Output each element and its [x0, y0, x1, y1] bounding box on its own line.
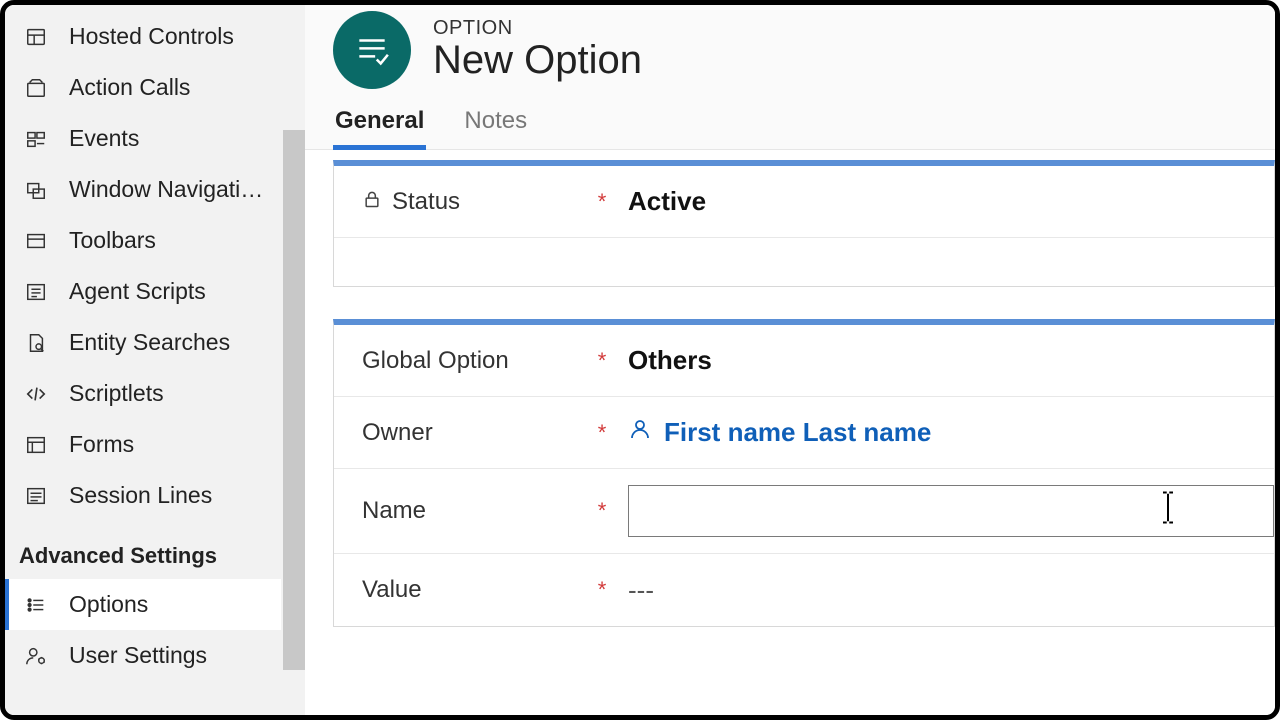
options-icon — [23, 592, 49, 618]
tab-general[interactable]: General — [333, 101, 426, 150]
field-label: Name — [362, 497, 426, 525]
value-input[interactable]: --- — [610, 575, 1274, 606]
required-mark: * — [594, 577, 610, 603]
tab-notes[interactable]: Notes — [462, 101, 529, 149]
sidebar: Hosted Controls Action Calls Events Wind… — [5, 5, 305, 715]
sidebar-item-toolbars[interactable]: Toolbars — [5, 215, 281, 266]
panel-status: Status * Active — [333, 160, 1275, 287]
sidebar-item-label: Window Navigatio… — [69, 176, 267, 203]
required-mark: * — [594, 420, 610, 446]
user-icon — [628, 417, 652, 448]
status-value[interactable]: Active — [610, 186, 1274, 217]
toolbar-icon — [23, 228, 49, 254]
sidebar-item-action-calls[interactable]: Action Calls — [5, 62, 281, 113]
required-mark: * — [594, 498, 610, 524]
page-title: New Option — [433, 38, 642, 83]
panel-details: Global Option * Others Owner * First nam… — [333, 319, 1275, 627]
field-row-global-option: Global Option * Others — [334, 325, 1274, 397]
sidebar-item-events[interactable]: Events — [5, 113, 281, 164]
field-label: Global Option — [362, 347, 509, 375]
required-mark: * — [594, 189, 610, 215]
header-eyebrow: OPTION — [433, 17, 642, 40]
owner-name: First name Last name — [664, 417, 931, 448]
user-gear-icon — [23, 643, 49, 669]
sidebar-item-options[interactable]: Options — [5, 579, 281, 630]
sidebar-item-label: Entity Searches — [69, 329, 230, 356]
panel-spacer — [334, 238, 1274, 286]
layout-icon — [23, 24, 49, 50]
action-icon — [23, 75, 49, 101]
search-file-icon — [23, 330, 49, 356]
lines-icon — [23, 483, 49, 509]
sidebar-item-label: Session Lines — [69, 482, 212, 509]
required-mark: * — [594, 348, 610, 374]
form-icon — [23, 432, 49, 458]
events-icon — [23, 126, 49, 152]
field-row-owner: Owner * First name Last name — [334, 397, 1274, 469]
sidebar-scrollbar-thumb[interactable] — [283, 130, 305, 670]
sidebar-item-label: Agent Scripts — [69, 278, 206, 305]
sidebar-item-label: Events — [69, 125, 139, 152]
field-label: Value — [362, 576, 422, 604]
lock-icon — [362, 188, 382, 216]
sidebar-item-window-navigation[interactable]: Window Navigatio… — [5, 164, 281, 215]
field-label: Status — [392, 188, 460, 216]
sidebar-item-label: Forms — [69, 431, 134, 458]
entity-badge-icon — [333, 11, 411, 89]
code-icon — [23, 381, 49, 407]
sidebar-item-hosted-controls[interactable]: Hosted Controls — [5, 11, 281, 62]
global-option-lookup[interactable]: Others — [610, 345, 1274, 376]
sidebar-item-session-lines[interactable]: Session Lines — [5, 470, 281, 521]
sidebar-item-label: Scriptlets — [69, 380, 164, 407]
sidebar-item-label: Action Calls — [69, 74, 190, 101]
name-input[interactable] — [639, 486, 1263, 536]
field-row-name: Name * — [334, 469, 1274, 554]
field-row-value: Value * --- — [334, 554, 1274, 626]
navigation-icon — [23, 177, 49, 203]
sidebar-item-scriptlets[interactable]: Scriptlets — [5, 368, 281, 419]
sidebar-item-forms[interactable]: Forms — [5, 419, 281, 470]
sidebar-item-entity-searches[interactable]: Entity Searches — [5, 317, 281, 368]
sidebar-item-agent-scripts[interactable]: Agent Scripts — [5, 266, 281, 317]
field-row-status: Status * Active — [334, 166, 1274, 238]
sidebar-item-label: Options — [69, 591, 148, 618]
sidebar-section-heading: Advanced Settings — [5, 521, 281, 579]
main-panel: OPTION New Option General Notes Status * — [305, 5, 1275, 715]
sidebar-item-label: User Settings — [69, 642, 207, 669]
owner-lookup[interactable]: First name Last name — [610, 417, 1274, 448]
sidebar-item-label: Hosted Controls — [69, 23, 234, 50]
field-label: Owner — [362, 419, 433, 447]
tab-bar: General Notes — [305, 97, 1275, 150]
sidebar-item-user-settings[interactable]: User Settings — [5, 630, 281, 681]
sidebar-item-label: Toolbars — [69, 227, 156, 254]
name-input-wrapper — [628, 485, 1274, 537]
script-list-icon — [23, 279, 49, 305]
page-header: OPTION New Option — [305, 5, 1275, 97]
